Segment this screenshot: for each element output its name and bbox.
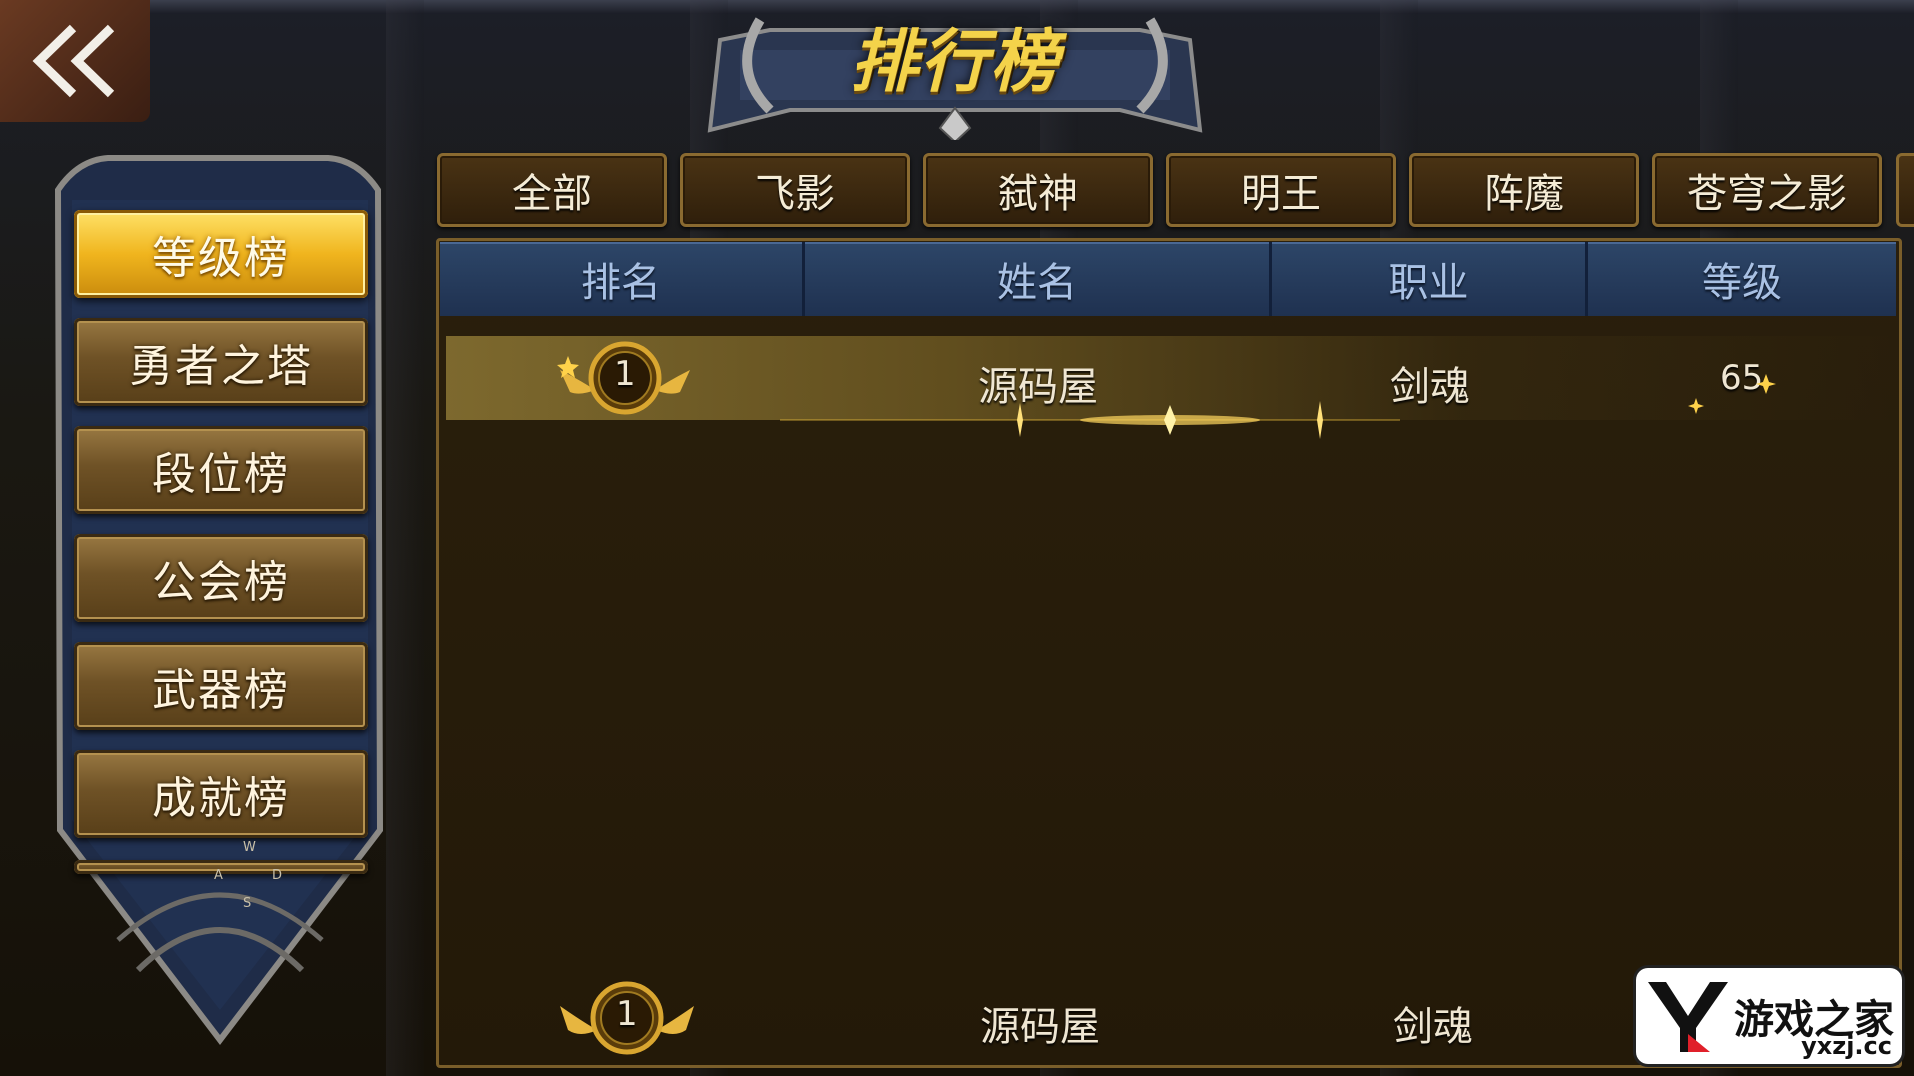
key-hint-d: D xyxy=(272,868,283,883)
back-button[interactable] xyxy=(0,0,150,122)
yx-logo-icon xyxy=(1648,982,1728,1052)
sidebar-item-weapon-rank[interactable]: 武器榜 xyxy=(74,642,368,730)
sidebar-item-level-rank[interactable]: 等级榜 xyxy=(74,210,368,298)
player-name: 源码屋 xyxy=(978,364,1098,410)
tab-zhenmo[interactable]: 阵魔 xyxy=(1409,153,1639,227)
key-hint-s: S xyxy=(243,896,252,911)
column-header-class: 职业 xyxy=(1272,242,1588,316)
sidebar-item-label: 武器榜 xyxy=(152,665,290,716)
self-player-class: 剑魂 xyxy=(1393,1004,1473,1050)
tab-overflow-edge[interactable] xyxy=(1896,153,1914,227)
double-chevron-left-icon xyxy=(32,24,115,98)
sidebar-item-guild-rank[interactable]: 公会榜 xyxy=(74,534,368,622)
tab-label: 全部 xyxy=(512,171,592,217)
watermark-logo: 游戏之家 yxzj.cc xyxy=(1636,968,1902,1064)
self-rank-number: 1 xyxy=(616,994,638,1034)
tab-feiying[interactable]: 飞影 xyxy=(680,153,910,227)
player-level: 65 xyxy=(1720,358,1764,398)
tab-label: 苍穹之影 xyxy=(1687,171,1847,217)
sidebar-item-label: 公会榜 xyxy=(152,557,290,608)
sidebar-item-tier-rank[interactable]: 段位榜 xyxy=(74,426,368,514)
sidebar-item-label: 段位榜 xyxy=(152,449,290,500)
tab-shishen[interactable]: 弑神 xyxy=(923,153,1153,227)
column-header-name: 姓名 xyxy=(805,242,1272,316)
tab-mingwang[interactable]: 明王 xyxy=(1166,153,1396,227)
sidebar: 等级榜 勇者之塔 段位榜 公会榜 武器榜 成就榜 W A D S xyxy=(28,150,412,1050)
player-class: 剑魂 xyxy=(1390,364,1470,410)
self-player-name: 源码屋 xyxy=(980,1004,1100,1050)
sidebar-item-tower-rank[interactable]: 勇者之塔 xyxy=(74,318,368,406)
sidebar-item-label: 等级榜 xyxy=(152,233,290,284)
title-banner: 排行榜 xyxy=(700,0,1210,140)
tab-cangqiong[interactable]: 苍穹之影 xyxy=(1652,153,1882,227)
tab-label: 弑神 xyxy=(998,171,1078,217)
page-title: 排行榜 xyxy=(849,23,1060,102)
sidebar-item-label: 勇者之塔 xyxy=(129,341,313,392)
watermark-url: yxzj.cc xyxy=(1801,1032,1892,1060)
sidebar-item-achievement-rank[interactable]: 成就榜 xyxy=(74,750,368,838)
tab-all[interactable]: 全部 xyxy=(437,153,667,227)
rank-number: 1 xyxy=(614,354,636,394)
tab-label: 飞影 xyxy=(755,171,835,217)
tab-label: 阵魔 xyxy=(1484,171,1564,217)
column-header-level: 等级 xyxy=(1588,242,1896,316)
key-hint-a: A xyxy=(214,868,223,883)
tab-label: 明王 xyxy=(1241,171,1321,217)
sidebar-item-label: 成就榜 xyxy=(152,773,290,824)
key-hint-w: W xyxy=(243,840,256,855)
column-header-rank: 排名 xyxy=(440,242,805,316)
